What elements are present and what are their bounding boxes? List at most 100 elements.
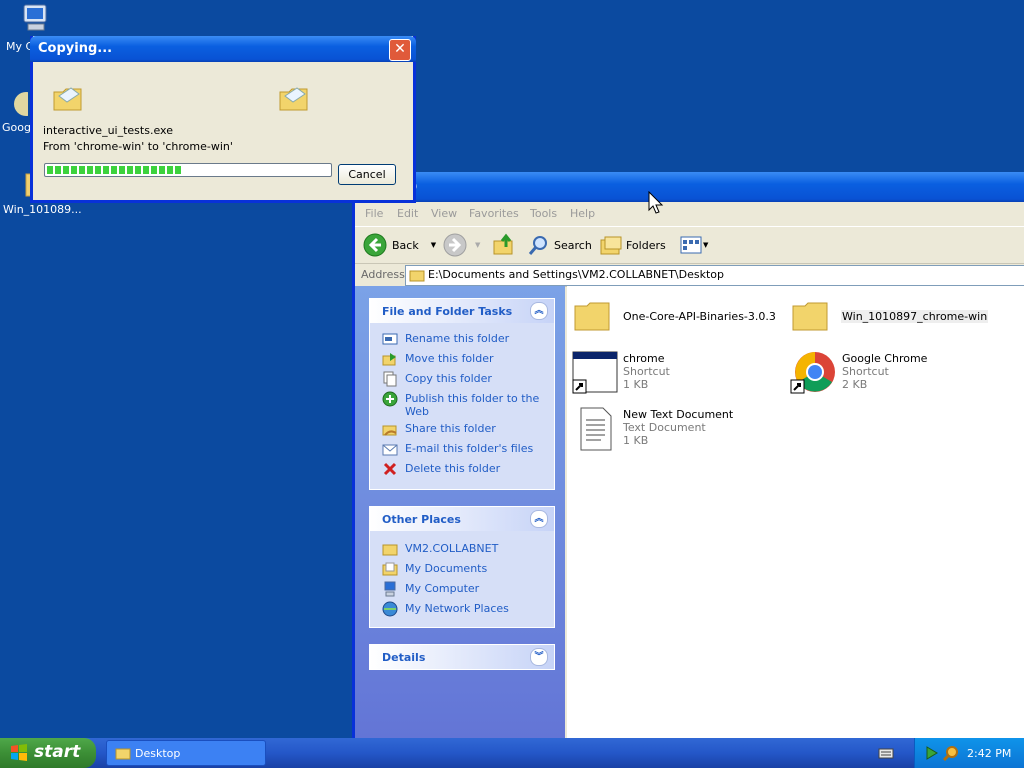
explorer-titlebar[interactable]: op <box>355 172 1024 202</box>
file-size: 2 KB <box>842 378 868 391</box>
expand-icon[interactable]: ︾ <box>530 648 548 666</box>
flying-folder-icon <box>53 87 82 111</box>
my-documents-icon <box>382 562 398 576</box>
cancel-button[interactable]: Cancel <box>338 164 396 185</box>
panel-header[interactable]: Other Places ︽ <box>370 507 554 531</box>
file-item-win-chrome-win[interactable]: Win_1010897_chrome-win <box>791 296 991 336</box>
rename-icon <box>382 333 398 345</box>
move-icon <box>382 353 396 366</box>
back-button[interactable]: Back ▼ <box>363 233 436 257</box>
close-button[interactable]: ✕ <box>389 39 411 61</box>
google-chrome-icon <box>790 352 835 394</box>
copy-filename: interactive_ui_tests.exe <box>43 124 173 137</box>
desktop-icon-label: Win_101089... <box>3 203 82 216</box>
forward-dropdown-icon[interactable]: ▼ <box>475 241 480 249</box>
file-item-chrome-shortcut[interactable]: chrome Shortcut 1 KB <box>571 350 771 398</box>
back-dropdown-icon[interactable]: ▼ <box>431 241 436 249</box>
collapse-icon[interactable]: ︽ <box>530 510 548 528</box>
task-label: Share this folder <box>405 422 496 435</box>
file-list: One-Core-API-Binaries-3.0.3 Win_1010897_… <box>567 286 1024 738</box>
up-folder-button[interactable] <box>492 233 516 257</box>
share-icon <box>382 425 397 436</box>
task-label: Delete this folder <box>405 462 501 475</box>
google-chrome-icon <box>14 92 28 116</box>
address-field[interactable]: E:\Documents and Settings\VM2.COLLABNET\… <box>405 265 1024 286</box>
menu-file[interactable]: File <box>365 207 383 220</box>
copy-icon <box>383 371 397 387</box>
copy-progress-dialog: Copying... ✕ interactive_ui_tests.exe Fr… <box>30 36 416 203</box>
search-label: Search <box>554 238 592 252</box>
file-name: Win_1010897_chrome-win <box>841 310 989 323</box>
file-item-new-text-document[interactable]: New Text Document Text Document 1 KB <box>571 406 771 454</box>
file-type: Shortcut <box>842 365 889 378</box>
folders-icon <box>600 236 622 255</box>
file-name: One-Core-API-Binaries-3.0.3 <box>623 310 776 323</box>
toolbar: Back ▼ ▼ Search Folders ▼ <box>355 226 1024 264</box>
search-button[interactable]: Search <box>527 233 592 257</box>
menu-tools[interactable]: Tools <box>530 207 557 220</box>
menu-favorites[interactable]: Favorites <box>469 207 519 220</box>
windows-logo-icon <box>11 744 27 761</box>
search-icon[interactable] <box>943 745 959 761</box>
file-name: New Text Document <box>623 408 734 421</box>
text-document-icon <box>580 407 612 451</box>
mouse-cursor-icon <box>648 191 664 214</box>
file-size: 1 KB <box>623 434 649 447</box>
up-folder-icon <box>493 233 513 255</box>
task-label: Publish this folder to the Web <box>405 392 540 418</box>
task-label: Move this folder <box>405 352 494 365</box>
my-computer-icon <box>384 581 396 597</box>
address-bar: Address E:\Documents and Settings\VM2.CO… <box>355 264 1024 287</box>
taskbar: start Desktop 2:42 PM <box>0 738 1024 768</box>
delete-icon <box>383 462 397 476</box>
copy-source-destination: From 'chrome-win' to 'chrome-win' <box>43 140 233 153</box>
network-status-icon[interactable] <box>925 745 939 761</box>
flying-folder-icon <box>279 87 308 111</box>
collapse-icon[interactable]: ︽ <box>530 302 548 320</box>
copy-progress-bar <box>44 163 332 177</box>
network-places-icon <box>382 601 398 617</box>
email-icon <box>382 444 398 456</box>
dialog-titlebar[interactable]: Copying... ✕ <box>30 36 416 62</box>
panel-title: Other Places <box>382 513 461 526</box>
panel-title: File and Folder Tasks <box>382 305 513 318</box>
explorer-window: op File Edit View Favorites Tools Help B… <box>352 172 1024 738</box>
application-window-icon <box>572 351 618 394</box>
file-size: 1 KB <box>623 378 649 391</box>
menu-edit[interactable]: Edit <box>397 207 418 220</box>
task-label: Rename this folder <box>405 332 510 345</box>
my-computer-icon <box>23 4 47 31</box>
menu-bar: File Edit View Favorites Tools Help <box>355 204 1024 224</box>
folders-button[interactable]: Folders <box>599 233 666 257</box>
place-label: My Computer <box>405 582 480 595</box>
progress-fill <box>47 166 182 174</box>
place-label: My Network Places <box>405 602 509 615</box>
start-label: start <box>34 742 81 762</box>
panel-header[interactable]: File and Folder Tasks ︽ <box>370 299 554 323</box>
globe-icon <box>382 391 398 407</box>
start-button[interactable]: start <box>0 738 96 768</box>
task-label: Copy this folder <box>405 372 492 385</box>
file-item-one-core-api[interactable]: One-Core-API-Binaries-3.0.3 <box>573 296 783 336</box>
folder-icon <box>382 544 398 556</box>
menu-help[interactable]: Help <box>570 207 595 220</box>
task-pane: File and Folder Tasks ︽ Rename this fold… <box>355 286 565 738</box>
views-button[interactable]: ▼ <box>679 233 708 257</box>
forward-button[interactable]: ▼ <box>443 233 480 257</box>
folder-icon <box>409 270 425 282</box>
other-places-panel: Other Places ︽ VM2.COLLABNET My Document… <box>369 506 555 628</box>
search-icon <box>528 236 547 255</box>
panel-header[interactable]: Details ︾ <box>370 645 554 669</box>
taskbar-button-desktop[interactable]: Desktop <box>106 740 266 766</box>
keyboard-icon[interactable] <box>878 746 894 760</box>
folder-icon <box>574 302 610 331</box>
file-name: chrome <box>623 352 665 365</box>
address-value: E:\Documents and Settings\VM2.COLLABNET\… <box>428 268 724 281</box>
place-label: VM2.COLLABNET <box>405 542 499 555</box>
file-item-google-chrome-shortcut[interactable]: Google Chrome Shortcut 2 KB <box>789 350 989 398</box>
details-panel: Details ︾ <box>369 644 555 670</box>
views-icon <box>680 236 702 254</box>
address-label: Address <box>361 268 405 281</box>
dialog-title: Copying... <box>38 41 113 56</box>
menu-view[interactable]: View <box>431 207 457 220</box>
